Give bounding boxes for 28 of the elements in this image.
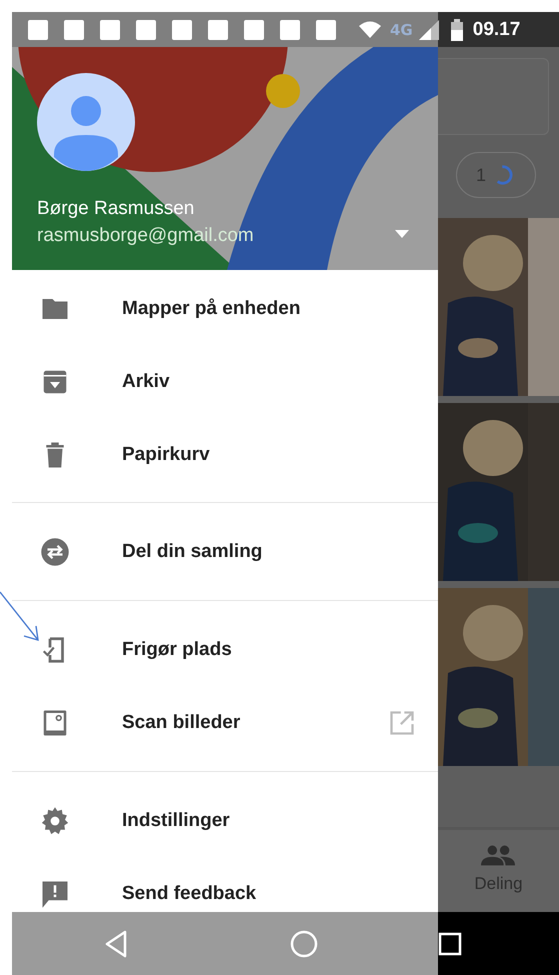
menu-item[interactable]: Mapper på enheden: [12, 272, 438, 345]
recents-button[interactable]: [438, 932, 462, 956]
wifi-icon: [358, 20, 382, 40]
people-icon: [481, 844, 516, 866]
menu-item[interactable]: Arkiv: [12, 345, 438, 418]
home-button[interactable]: [290, 930, 318, 958]
menu-item[interactable]: Frigør plads: [12, 613, 438, 686]
settings-icon: [40, 806, 70, 836]
dropdown-icon[interactable]: [395, 230, 409, 238]
network-type: 4G: [390, 20, 413, 38]
notification-icon: [316, 20, 336, 40]
notification-icon: [28, 20, 48, 40]
notification-icon: [100, 20, 120, 40]
notification-icon: [136, 20, 156, 40]
menu-item[interactable]: Papirkurv: [12, 418, 438, 491]
notification-icon: [208, 20, 228, 40]
feedback-icon: [40, 878, 70, 908]
notification-icon: [64, 20, 84, 40]
clock: 09.17: [472, 18, 520, 40]
external-link-icon: [388, 708, 416, 736]
menu-item[interactable]: Del din samling: [12, 515, 438, 588]
notification-icon: [244, 20, 264, 40]
notification-icon: [280, 20, 300, 40]
menu-item[interactable]: Send feedback: [12, 857, 438, 912]
notification-icon: [172, 20, 192, 40]
menu-item[interactable]: Scan billeder: [12, 686, 438, 759]
menu-item[interactable]: Indstillinger: [12, 784, 438, 857]
share-icon: [40, 536, 70, 566]
